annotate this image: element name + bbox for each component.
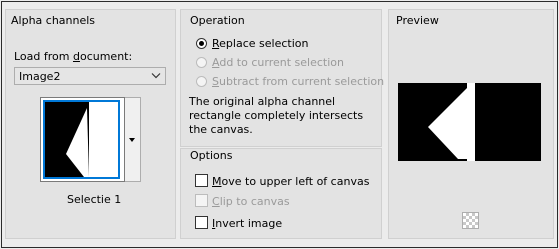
add-to-selection-radio[interactable] (196, 57, 207, 68)
preview-title: Preview (396, 14, 439, 27)
move-to-upper-left-label[interactable]: Move to upper left of canvas (212, 175, 369, 188)
invert-image-checkbox[interactable] (195, 216, 208, 229)
replace-selection-radio[interactable] (196, 38, 207, 49)
preview-shape (428, 88, 473, 159)
document-select-value: Image2 (19, 70, 61, 83)
chevron-down-icon (151, 73, 161, 79)
invert-image-label[interactable]: Invert image (212, 217, 282, 230)
options-title: Options (190, 149, 233, 162)
thumbnail-dropdown-button[interactable] (125, 97, 141, 182)
alpha-channels-title: Alpha channels (11, 14, 96, 27)
replace-selection-label[interactable]: Replace selection (212, 37, 308, 50)
subtract-from-selection-label[interactable]: Subtract from current selection (212, 75, 384, 88)
preview-zoom-icon[interactable] (462, 212, 479, 229)
clip-to-canvas-checkbox[interactable] (195, 194, 208, 207)
thumbnail-shape (66, 108, 89, 177)
load-from-document-label: Load from document: (14, 50, 133, 63)
move-to-upper-left-checkbox[interactable] (195, 174, 208, 187)
clip-to-canvas-label[interactable]: Clip to canvas (212, 195, 290, 208)
thumbnail-caption: Selectie 1 (67, 193, 122, 206)
subtract-from-selection-radio[interactable] (196, 76, 207, 87)
document-select[interactable]: Image2 (14, 67, 166, 85)
intersection-message: The original alpha channel rectangle com… (189, 95, 364, 136)
dropdown-arrow-icon (129, 138, 135, 142)
add-to-selection-label[interactable]: Add to current selection (212, 56, 344, 69)
operation-title: Operation (190, 14, 245, 27)
thumbnail-image (43, 100, 120, 179)
preview-image (398, 83, 541, 161)
alpha-channel-thumbnail[interactable] (40, 97, 125, 182)
